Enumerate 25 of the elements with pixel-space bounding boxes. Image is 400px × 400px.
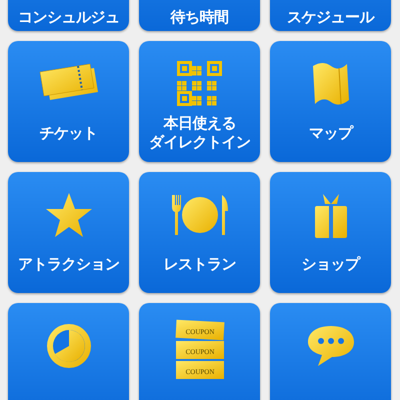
menu-tile[interactable]: スケジュール bbox=[270, 0, 391, 31]
clock-icon bbox=[46, 322, 92, 368]
menu-tile[interactable] bbox=[8, 303, 129, 400]
qr-code-icon bbox=[177, 61, 222, 106]
menu-tile[interactable]: ショップ bbox=[270, 172, 391, 293]
tile-label: コンシュルジュ bbox=[18, 8, 120, 27]
menu-tile[interactable]: コンシュルジュ bbox=[8, 0, 129, 31]
menu-tile[interactable]: マップ bbox=[270, 41, 391, 162]
menu-tile[interactable]: 本日使える ダイレクトイン bbox=[139, 41, 260, 162]
menu-tile[interactable]: 待ち時間 bbox=[139, 0, 260, 31]
menu-tile[interactable] bbox=[270, 303, 391, 400]
tile-label: マップ bbox=[308, 124, 352, 142]
menu-tile[interactable]: アトラクション bbox=[8, 172, 129, 293]
tile-label: レストラン bbox=[163, 254, 236, 274]
tile-label: チケット bbox=[40, 124, 98, 142]
tile-label: スケジュール bbox=[287, 8, 374, 27]
tile-label: 本日使える bbox=[163, 114, 236, 133]
menu-tile[interactable]: チケット bbox=[8, 41, 129, 162]
tile-label: 待ち時間 bbox=[170, 8, 228, 27]
menu-tile[interactable]: レストラン bbox=[139, 172, 260, 293]
tile-label: ダイレクトイン bbox=[148, 133, 250, 152]
speech-bubble-icon bbox=[306, 324, 356, 368]
tile-label: ショップ bbox=[302, 254, 360, 274]
star-icon bbox=[44, 192, 92, 238]
tile-label: アトラクション bbox=[18, 254, 120, 274]
